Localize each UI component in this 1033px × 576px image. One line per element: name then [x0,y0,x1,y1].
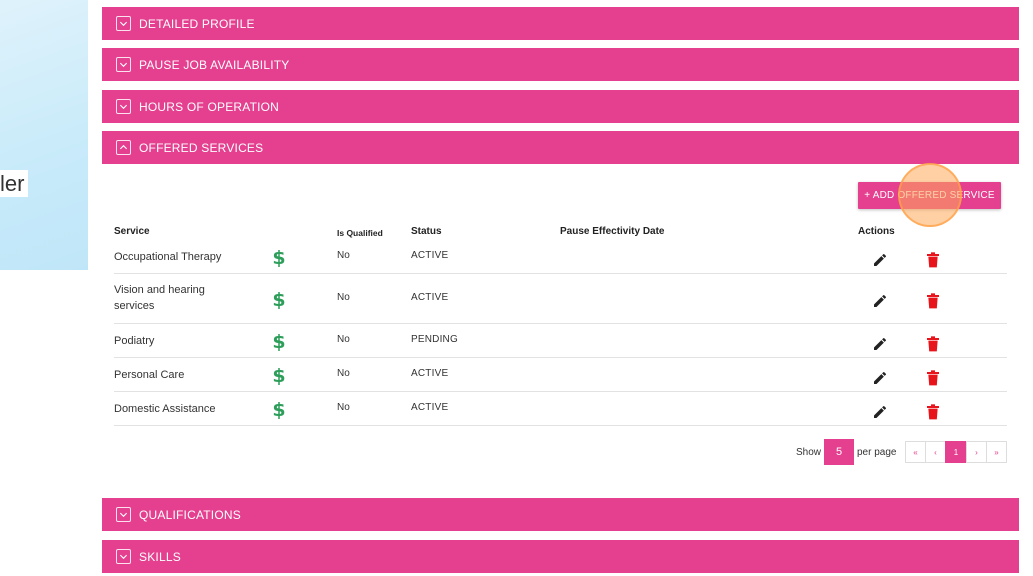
table-row: Podiatry $ No PENDING [114,324,1007,358]
accordion-detailed-profile[interactable]: DETAILED PROFILE [102,7,1019,40]
is-qualified-value: No [337,334,350,345]
table-row: Occupational Therapy $ No ACTIVE [114,241,1007,274]
status-value: ACTIVE [411,292,449,303]
is-qualified-value: No [337,402,350,413]
column-header-pause-effectivity-date: Pause Effectivity Date [560,226,665,237]
status-value: PENDING [411,334,458,345]
accordion-offered-services[interactable]: OFFERED SERVICES [102,131,1019,164]
service-name: Occupational Therapy [114,251,222,263]
page: ler DETAILED PROFILE PAUSE JOB AVAILABIL… [0,0,1033,576]
column-header-actions: Actions [858,226,895,237]
is-qualified-value: No [337,368,350,379]
dollar-icon[interactable]: $ [272,399,286,419]
accordion-qualifications[interactable]: QUALIFICATIONS [102,498,1019,531]
svg-text:$: $ [272,365,285,385]
table-row: Personal Care $ No ACTIVE [114,358,1007,392]
service-name: Personal Care [114,369,185,381]
per-page-select[interactable]: 5 [824,439,854,465]
accordion-label: PAUSE JOB AVAILABILITY [139,57,290,72]
status-value: ACTIVE [411,402,449,413]
pagination-first[interactable]: « [905,441,926,463]
service-name: Domestic Assistance [114,403,216,415]
delete-icon[interactable] [926,370,940,386]
status-value: ACTIVE [411,250,449,261]
delete-icon[interactable] [926,404,940,420]
status-value: ACTIVE [411,368,449,379]
dollar-icon[interactable]: $ [272,289,286,309]
accordion-skills[interactable]: SKILLS [102,540,1019,573]
pagination-prev[interactable]: ‹ [925,441,946,463]
accordion-label: QUALIFICATIONS [139,507,241,522]
chevron-down-icon [116,507,131,522]
service-name: Vision and hearing services [114,284,205,312]
svg-text:$: $ [272,247,285,267]
dollar-icon[interactable]: $ [272,365,286,385]
dollar-icon[interactable]: $ [272,331,286,351]
accordion-label: HOURS OF OPERATION [139,99,280,114]
pagination-next[interactable]: › [966,441,987,463]
chevron-down-icon [116,99,131,114]
edit-icon[interactable] [872,404,888,420]
add-offered-service-button[interactable]: + ADD OFFERED SERVICE [858,182,1001,209]
svg-text:$: $ [272,399,285,419]
column-header-is-qualified: Is Qualified [337,228,383,238]
delete-icon[interactable] [926,293,940,309]
per-page-label: per page [857,447,897,458]
svg-text:$: $ [272,289,285,309]
accordion-label: DETAILED PROFILE [139,16,255,31]
pagination-last[interactable]: » [986,441,1007,463]
edit-icon[interactable] [872,336,888,352]
show-label: Show [796,447,822,458]
dollar-icon[interactable]: $ [272,247,286,267]
is-qualified-value: No [337,250,350,261]
edit-icon[interactable] [872,370,888,386]
delete-icon[interactable] [926,336,940,352]
accordion-label: OFFERED SERVICES [139,140,264,155]
column-header-service: Service [114,226,150,237]
table-row: Domestic Assistance $ No ACTIVE [114,392,1007,426]
delete-icon[interactable] [926,252,940,268]
edit-icon[interactable] [872,293,888,309]
is-qualified-value: No [337,292,350,303]
table-row: Vision and hearing services $ No ACTIVE [114,274,1007,324]
pagination-page-1[interactable]: 1 [945,441,967,463]
sidebar-background [0,0,88,270]
chevron-down-icon [116,16,131,31]
partial-heading: ler [0,170,29,197]
chevron-down-icon [116,57,131,72]
edit-icon[interactable] [872,252,888,268]
accordion-pause-job-availability[interactable]: PAUSE JOB AVAILABILITY [102,48,1019,81]
service-name: Podiatry [114,335,155,347]
chevron-up-icon [116,140,131,155]
svg-text:$: $ [272,331,285,351]
chevron-down-icon [116,549,131,564]
column-header-status: Status [411,226,442,237]
accordion-label: SKILLS [139,549,181,564]
accordion-hours-of-operation[interactable]: HOURS OF OPERATION [102,90,1019,123]
